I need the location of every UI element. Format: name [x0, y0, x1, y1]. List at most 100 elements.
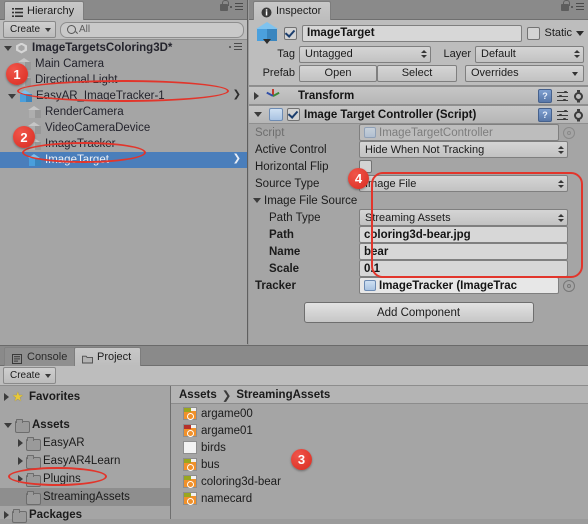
- tab-project[interactable]: Project: [74, 347, 142, 366]
- chevron-right-icon[interactable]: [18, 439, 23, 447]
- project-tree-easyar[interactable]: EasyAR: [0, 434, 170, 452]
- hierarchy-search-placeholder: All: [79, 24, 91, 35]
- source-type-dropdown[interactable]: Image File: [359, 175, 568, 192]
- prefab-select-button[interactable]: Select: [377, 64, 457, 82]
- asset-coloring3d-bear[interactable]: coloring3d-bear: [171, 473, 588, 490]
- layer-label: Layer: [443, 48, 471, 60]
- preset-icon[interactable]: [557, 109, 568, 121]
- hierarchy-create-button[interactable]: Create: [3, 21, 57, 38]
- object-enabled-checkbox[interactable]: [284, 26, 297, 40]
- project-create-label: Create: [10, 370, 41, 381]
- project-tree-packages[interactable]: Packages: [0, 506, 170, 524]
- hierarchy-row-rendercamera[interactable]: RenderCamera: [0, 104, 247, 120]
- chevron-down-icon[interactable]: [254, 112, 262, 117]
- property-label: Scale: [269, 262, 300, 275]
- chevron-updown-icon: [573, 49, 580, 59]
- folder-icon: [26, 473, 41, 487]
- chevron-right-icon[interactable]: [18, 457, 23, 465]
- gear-icon[interactable]: [573, 91, 584, 102]
- lock-icon[interactable]: [561, 0, 570, 11]
- tab-inspector[interactable]: Inspector: [253, 1, 332, 20]
- asset-birds[interactable]: birds: [171, 439, 588, 456]
- name-input[interactable]: bear: [359, 243, 568, 260]
- hierarchy-row-easyar-imagetracker[interactable]: EasyAR_ImageTracker-1 ❯: [0, 88, 247, 104]
- property-label: Script: [255, 126, 285, 139]
- tag-dropdown[interactable]: Untagged: [299, 45, 431, 63]
- property-row-image-file-source[interactable]: Image File Source: [249, 192, 588, 209]
- prefab-cube-icon: [255, 21, 279, 45]
- path-input[interactable]: coloring3d-bear.jpg: [359, 226, 568, 243]
- tab-hierarchy[interactable]: Hierarchy: [4, 1, 85, 20]
- hierarchy-row-label: Main Camera: [35, 58, 105, 70]
- lock-icon[interactable]: [220, 0, 229, 11]
- project-create-button[interactable]: Create: [3, 367, 57, 384]
- chevron-down-icon[interactable]: [4, 422, 12, 428]
- component-header-transform[interactable]: Transform ?: [249, 86, 588, 105]
- chevron-down-icon[interactable]: [8, 93, 16, 99]
- project-tree-assets[interactable]: Assets: [0, 416, 170, 434]
- layer-dropdown[interactable]: Default: [475, 45, 584, 63]
- prefab-open-button[interactable]: Open: [299, 64, 377, 82]
- component-enabled-checkbox[interactable]: [287, 108, 300, 121]
- breadcrumb-assets[interactable]: Assets: [179, 389, 217, 401]
- hierarchy-row-videocameradevice[interactable]: VideoCameraDevice: [0, 120, 247, 136]
- project-tree-easyar4learn[interactable]: EasyAR4Learn: [0, 452, 170, 470]
- asset-argame01[interactable]: argame01: [171, 422, 588, 439]
- tab-console[interactable]: Console: [4, 347, 78, 366]
- project-asset-list: Assets ❯ StreamingAssets argame00 argame…: [171, 386, 588, 519]
- project-tree-plugins[interactable]: Plugins: [0, 470, 170, 488]
- chevron-down-icon[interactable]: [4, 45, 12, 51]
- active-control-dropdown[interactable]: Hide When Not Tracking: [359, 141, 568, 158]
- console-icon: [12, 352, 23, 364]
- blank-file-icon: [183, 441, 197, 454]
- component-header-image-target-controller[interactable]: Image Target Controller (Script) ?: [249, 105, 588, 124]
- prefab-overrides-label: Overrides: [471, 67, 519, 79]
- chevron-down-icon[interactable]: [253, 198, 261, 203]
- prefab-overrides-dropdown[interactable]: Overrides: [465, 64, 584, 82]
- property-row-scale: Scale 0.1: [249, 260, 588, 277]
- hierarchy-row-directional-light[interactable]: Directional Light: [0, 72, 247, 88]
- object-name-field[interactable]: ImageTarget: [302, 24, 523, 42]
- hierarchy-row-imagetarget[interactable]: ImageTarget ❯: [0, 152, 247, 168]
- asset-namecard[interactable]: namecard: [171, 490, 588, 507]
- inspector-body: ImageTarget Static Tag Untagged Layer De…: [249, 20, 588, 345]
- scene-context-menu-icon[interactable]: [229, 43, 242, 51]
- static-checkbox[interactable]: [527, 26, 541, 40]
- scale-input[interactable]: 0.1: [359, 260, 568, 277]
- help-icon[interactable]: ?: [538, 89, 552, 103]
- prefab-enter-chevron-icon[interactable]: ❯: [233, 89, 241, 100]
- add-component-button[interactable]: Add Component: [303, 302, 534, 323]
- hamburger-menu-icon[interactable]: [230, 3, 243, 11]
- hierarchy-scene-root[interactable]: ImageTargetsColoring3D*: [0, 40, 247, 56]
- hierarchy-toolbar: Create All: [0, 20, 247, 40]
- chevron-updown-icon: [420, 49, 427, 59]
- chevron-right-icon[interactable]: [18, 475, 23, 483]
- help-icon[interactable]: ?: [538, 108, 552, 122]
- asset-bus[interactable]: bus: [171, 456, 588, 473]
- project-tree-favorites[interactable]: ★ Favorites: [0, 388, 170, 406]
- chevron-right-icon[interactable]: [4, 393, 9, 401]
- folder-icon: [15, 419, 30, 433]
- hierarchy-icon: [12, 6, 23, 17]
- gear-icon[interactable]: [573, 110, 584, 121]
- hierarchy-search-input[interactable]: All: [60, 21, 244, 38]
- preset-icon[interactable]: [557, 90, 568, 102]
- asset-label: namecard: [201, 492, 253, 505]
- object-picker-icon[interactable]: [563, 279, 575, 292]
- project-tree-streamingassets[interactable]: StreamingAssets: [0, 488, 170, 506]
- chevron-down-icon[interactable]: [576, 30, 584, 36]
- hierarchy-row-main-camera[interactable]: Main Camera: [0, 56, 247, 72]
- hierarchy-row-label: VideoCameraDevice: [45, 122, 151, 134]
- project-tree-label: Assets: [32, 419, 70, 431]
- breadcrumb-streamingassets[interactable]: StreamingAssets: [236, 389, 330, 401]
- hierarchy-row-imagetracker[interactable]: ImageTracker: [0, 136, 247, 152]
- chevron-right-icon[interactable]: [254, 91, 259, 100]
- prefab-enter-chevron-icon[interactable]: ❯: [233, 153, 241, 164]
- path-type-dropdown[interactable]: Streaming Assets: [359, 209, 568, 226]
- asset-argame00[interactable]: argame00: [171, 405, 588, 422]
- hamburger-menu-icon[interactable]: [571, 3, 584, 11]
- hierarchy-tabstrip: Hierarchy: [0, 0, 247, 20]
- folder-icon: [26, 455, 41, 469]
- tracker-object-field[interactable]: ImageTracker (ImageTrac: [359, 277, 559, 294]
- chevron-right-icon[interactable]: [4, 511, 9, 519]
